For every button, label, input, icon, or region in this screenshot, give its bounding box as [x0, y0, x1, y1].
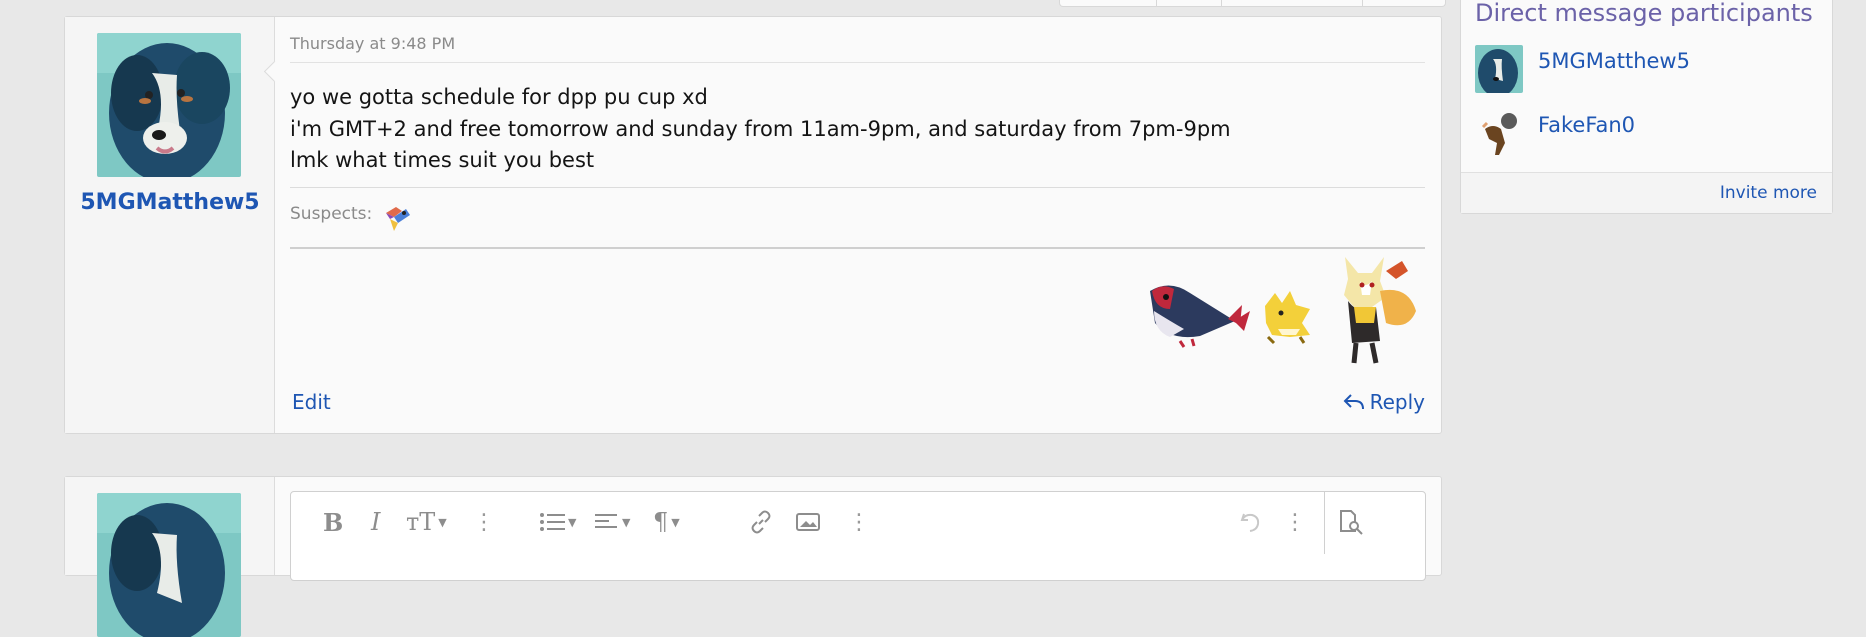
text-size-icon[interactable]: тT ▼	[406, 506, 447, 538]
avatar[interactable]	[1475, 109, 1523, 157]
participant-name[interactable]: FakeFan0	[1538, 113, 1635, 137]
participants-sidebar: Direct message participants 5MGMatthew5 …	[1460, 0, 1833, 214]
link-icon[interactable]	[749, 506, 773, 538]
paragraph-icon[interactable]: ¶ ▼	[653, 506, 680, 538]
editor-toolbar: B I тT ▼ ⋮ ▼ ▼ ¶ ▼ ⋮ ⋮	[291, 492, 1425, 554]
reply-label: Reply	[1369, 390, 1425, 414]
sidebar-title: Direct message participants	[1475, 0, 1813, 27]
reply-icon	[1343, 394, 1364, 410]
edit-link[interactable]: Edit	[292, 390, 331, 414]
divider	[290, 62, 1425, 63]
message-editor[interactable]: B I тT ▼ ⋮ ▼ ▼ ¶ ▼ ⋮ ⋮	[290, 491, 1426, 581]
sidebar-footer: Invite more	[1461, 172, 1832, 213]
more-icon[interactable]: ⋮	[848, 506, 870, 538]
more-icon[interactable]: ⋮	[1284, 506, 1306, 538]
top-button-4[interactable]	[1363, 0, 1443, 6]
top-button-2[interactable]	[1157, 0, 1222, 6]
author-username[interactable]: 5MGMatthew5	[65, 190, 275, 215]
message-post: 5MGMatthew5 Thursday at 9:48 PM yo we go…	[64, 16, 1442, 434]
align-icon[interactable]: ▼	[595, 506, 630, 538]
fox-sprite-icon	[1344, 257, 1416, 364]
top-button-group	[1059, 0, 1446, 7]
electric-sprite-icon	[1265, 291, 1310, 345]
avatar	[97, 493, 241, 637]
signature-divider	[290, 247, 1425, 249]
divider	[290, 187, 1425, 188]
bold-icon[interactable]: B	[323, 506, 343, 538]
message-timestamp[interactable]: Thursday at 9:48 PM	[290, 34, 455, 53]
message-user-column: 5MGMatthew5	[65, 17, 275, 433]
suspects-label: Suspects:	[290, 204, 373, 224]
reply-user-column	[65, 477, 275, 637]
top-button-1[interactable]	[1060, 0, 1157, 6]
more-icon[interactable]: ⋮	[473, 506, 495, 538]
italic-icon[interactable]: I	[371, 506, 380, 538]
message-line: yo we gotta schedule for dpp pu cup xd	[290, 85, 708, 109]
reply-form: B I тT ▼ ⋮ ▼ ▼ ¶ ▼ ⋮ ⋮	[64, 476, 1442, 637]
image-icon[interactable]	[796, 506, 820, 538]
toolbar-divider	[1324, 492, 1325, 554]
avatar[interactable]	[97, 33, 241, 177]
avatar[interactable]	[1475, 45, 1523, 93]
preview-icon[interactable]	[1337, 506, 1365, 538]
list-icon[interactable]: ▼	[539, 506, 576, 538]
signature-sprites	[1140, 251, 1425, 374]
bird-sprite-icon	[1150, 285, 1250, 348]
participant-item[interactable]: 5MGMatthew5	[1475, 45, 1815, 97]
invite-more-link[interactable]: Invite more	[1720, 183, 1817, 203]
message-line: i'm GMT+2 and free tomorrow and sunday f…	[290, 116, 1231, 141]
participant-name[interactable]: 5MGMatthew5	[1538, 49, 1690, 73]
reply-button[interactable]: Reply	[1343, 390, 1425, 414]
suspect-sprite-icon	[380, 199, 414, 237]
undo-icon[interactable]	[1238, 506, 1262, 538]
message-body: yo we gotta schedule for dpp pu cup xd i…	[290, 82, 1231, 177]
participant-item[interactable]: FakeFan0	[1475, 109, 1815, 161]
message-line: lmk what times suit you best	[290, 148, 595, 172]
message-content: Thursday at 9:48 PM yo we gotta schedule…	[290, 17, 1425, 433]
top-button-3[interactable]	[1222, 0, 1363, 6]
